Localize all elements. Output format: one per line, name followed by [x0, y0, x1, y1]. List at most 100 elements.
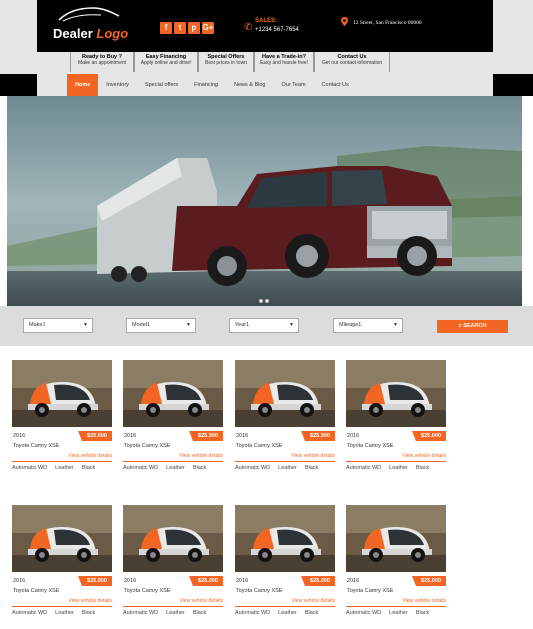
- quicklink-special-offers[interactable]: Special Offers Best prices in town: [198, 52, 254, 72]
- view-details-link[interactable]: View vehicle details: [179, 453, 223, 459]
- vehicle-image[interactable]: [12, 505, 112, 572]
- nav-news-blog[interactable]: News & Blog: [226, 74, 274, 96]
- vehicle-interior: Leather: [55, 610, 74, 616]
- vehicle-year: 2016: [13, 578, 26, 584]
- view-details-link[interactable]: View vehicle details: [68, 598, 112, 604]
- dropdown-caret-icon: ▼: [186, 322, 191, 328]
- twitter-icon[interactable]: t: [174, 22, 186, 34]
- vehicle-color: Black: [192, 465, 207, 471]
- vehicle-interior: Leather: [55, 465, 74, 471]
- view-details-link[interactable]: View vehicle details: [179, 598, 223, 604]
- vehicle-price: $25.000: [412, 431, 446, 441]
- vehicle-interior: Leather: [278, 610, 297, 616]
- vehicle-specs: Automatic WD Leather Black: [346, 461, 446, 471]
- quicklink-ready-to-buy[interactable]: Ready to Buy ? Make an appointment: [70, 52, 134, 72]
- view-details-link[interactable]: View vehicle details: [402, 453, 446, 459]
- quicklink-contact-us[interactable]: Contact Us Get our contact information: [314, 52, 390, 72]
- vehicle-interior: Leather: [278, 465, 297, 471]
- vehicle-transmission: Automatic WD: [235, 610, 271, 616]
- make-select[interactable]: Make1 ▼: [23, 318, 93, 333]
- vehicle-specs: Automatic WD Leather Black: [12, 606, 112, 616]
- vehicle-color: Black: [81, 465, 96, 471]
- vehicle-color: Black: [304, 465, 319, 471]
- vehicle-image[interactable]: [346, 360, 446, 427]
- vehicle-image[interactable]: [123, 505, 223, 572]
- view-details-link[interactable]: View vehicle details: [68, 453, 112, 459]
- slider-dots: [259, 299, 269, 303]
- search-button[interactable]: ⌕ SEARCH: [437, 320, 508, 333]
- vehicle-color: Black: [192, 610, 207, 616]
- vehicle-card[interactable]: 2016 $25.000 Toyota Camry XSE View vehic…: [235, 505, 335, 616]
- nav-financing[interactable]: Financing: [186, 74, 226, 96]
- nav-contact-us[interactable]: Contact Us: [314, 74, 357, 96]
- vehicle-specs: Automatic WD Leather Black: [235, 461, 335, 471]
- nav-inventory[interactable]: Inventory: [98, 74, 137, 96]
- nav-special-offers[interactable]: Special offers: [137, 74, 186, 96]
- vehicle-transmission: Automatic WD: [12, 610, 48, 616]
- vehicle-color: Black: [81, 610, 96, 616]
- view-details-link[interactable]: View vehicle details: [402, 598, 446, 604]
- vehicle-image[interactable]: [346, 505, 446, 572]
- vehicle-interior: Leather: [389, 610, 408, 616]
- vehicle-interior: Leather: [166, 465, 185, 471]
- social-links: f t p G+: [160, 22, 214, 34]
- vehicle-card[interactable]: 2016 $25.000 Toyota Camry XSE View vehic…: [123, 360, 223, 471]
- vehicle-year: 2016: [124, 578, 137, 584]
- view-details-link[interactable]: View vehicle details: [291, 453, 335, 459]
- vehicle-card[interactable]: 2016 $25.000 Toyota Camry XSE View vehic…: [346, 505, 446, 616]
- dealer-logo[interactable]: Dealer Logo: [53, 4, 133, 48]
- quicklink-subtitle: Easy and hassle free!: [259, 60, 309, 66]
- vehicle-transmission: Automatic WD: [123, 610, 159, 616]
- sales-phone[interactable]: +1234 567-7654: [255, 26, 299, 35]
- nav-our-team[interactable]: Our Team: [274, 74, 314, 96]
- vehicle-model: Toyota Camry XSE: [124, 588, 171, 594]
- vehicle-transmission: Automatic WD: [346, 610, 382, 616]
- search-icon: ⌕: [458, 323, 462, 329]
- vehicle-image[interactable]: [123, 360, 223, 427]
- vehicle-price: $25.000: [301, 431, 335, 441]
- quicklink-easy-financing[interactable]: Easy Financing Apply online and drive!: [134, 52, 198, 72]
- pinterest-icon[interactable]: p: [188, 22, 200, 34]
- year-value: Year1: [235, 322, 250, 328]
- quicklink-trade-in[interactable]: Have a Trade-in? Easy and hassle free!: [254, 52, 314, 72]
- year-select[interactable]: Year1 ▼: [229, 318, 299, 333]
- vehicle-price: $25.000: [301, 576, 335, 586]
- vehicle-color: Black: [415, 465, 430, 471]
- vehicle-image[interactable]: [12, 360, 112, 427]
- vehicle-transmission: Automatic WD: [235, 465, 271, 471]
- facebook-icon[interactable]: f: [160, 22, 172, 34]
- make-value: Make1: [29, 322, 46, 328]
- vehicle-card[interactable]: 2016 $25.000 Toyota Camry XSE View vehic…: [346, 360, 446, 471]
- vehicle-year: 2016: [236, 433, 249, 439]
- quicklink-subtitle: Apply online and drive!: [140, 60, 192, 66]
- phone-icon: ✆: [244, 22, 253, 33]
- vehicle-image[interactable]: [235, 360, 335, 427]
- search-button-label: SEARCH: [463, 323, 487, 329]
- slider-dot-1[interactable]: [259, 299, 263, 303]
- quick-links: Ready to Buy ? Make an appointment Easy …: [70, 52, 390, 72]
- vehicle-interior: Leather: [166, 610, 185, 616]
- vehicle-specs: Automatic WD Leather Black: [235, 606, 335, 616]
- logo-text: Dealer Logo: [53, 26, 129, 41]
- vehicle-year: 2016: [347, 578, 360, 584]
- google-plus-icon[interactable]: G+: [202, 22, 214, 34]
- vehicle-card[interactable]: 2016 $25.000 Toyota Camry XSE View vehic…: [12, 360, 112, 471]
- dropdown-caret-icon: ▼: [83, 322, 88, 328]
- view-details-link[interactable]: View vehicle details: [291, 598, 335, 604]
- nav-home[interactable]: Home: [67, 74, 99, 96]
- model-select[interactable]: Model1 ▼: [126, 318, 196, 333]
- vehicle-transmission: Automatic WD: [12, 465, 48, 471]
- vehicle-model: Toyota Camry XSE: [124, 443, 171, 449]
- sales-label: SALES:: [255, 18, 278, 24]
- vehicle-image[interactable]: [235, 505, 335, 572]
- vehicle-card[interactable]: 2016 $25.000 Toyota Camry XSE View vehic…: [235, 360, 335, 471]
- vehicle-year: 2016: [13, 433, 26, 439]
- vehicle-card[interactable]: 2016 $25.000 Toyota Camry XSE View vehic…: [12, 505, 112, 616]
- vehicle-price: $25.000: [189, 576, 223, 586]
- vehicle-year: 2016: [347, 433, 360, 439]
- sales-contact: SALES: +1234 567-7654: [255, 17, 299, 35]
- vehicle-card[interactable]: 2016 $25.000 Toyota Camry XSE View vehic…: [123, 505, 223, 616]
- vehicle-model: Toyota Camry XSE: [347, 443, 394, 449]
- slider-dot-2[interactable]: [265, 299, 269, 303]
- mileage-select[interactable]: Mileage1 ▼: [333, 318, 403, 333]
